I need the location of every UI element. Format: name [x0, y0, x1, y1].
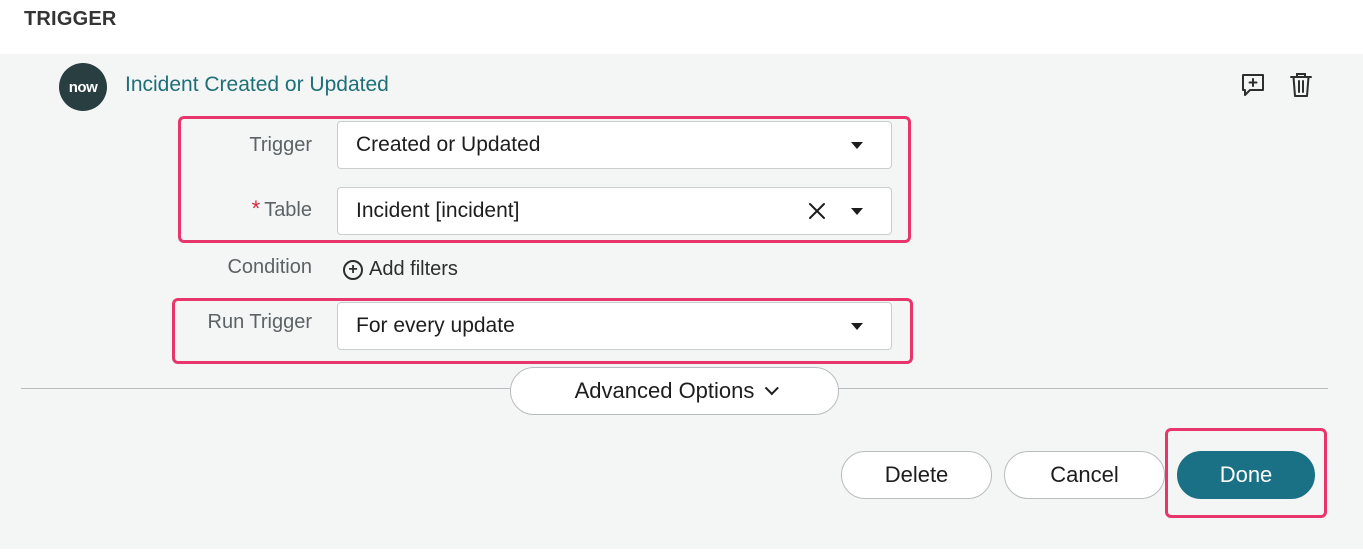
chevron-down-icon	[765, 381, 780, 396]
add-filters-label: Add filters	[369, 258, 458, 280]
add-filters-button[interactable]: + Add filters	[343, 258, 458, 281]
required-marker: *	[251, 196, 261, 221]
advanced-options-label: Advanced Options	[574, 378, 755, 403]
trash-icon	[1290, 73, 1312, 97]
comment-add-icon	[1242, 74, 1264, 96]
servicenow-logo: now	[59, 63, 107, 111]
clear-table-button[interactable]	[805, 199, 829, 223]
run-trigger-select[interactable]: For every update	[337, 302, 892, 350]
trigger-label: Trigger	[249, 134, 312, 156]
table-select-value: Incident [incident]	[356, 199, 520, 222]
caret-down-icon	[851, 323, 863, 330]
table-label: Table	[264, 199, 312, 221]
trigger-select-value: Created or Updated	[356, 133, 541, 156]
run-trigger-select-value: For every update	[356, 314, 515, 337]
section-title: TRIGGER	[24, 8, 117, 30]
logo-text: now	[68, 78, 98, 96]
cancel-button[interactable]: Cancel	[1004, 451, 1165, 499]
caret-down-icon	[851, 142, 863, 149]
caret-down-icon	[851, 208, 863, 215]
clear-icon	[809, 203, 825, 219]
table-label-group: * Table	[200, 196, 312, 222]
trigger-select[interactable]: Created or Updated	[337, 121, 892, 169]
trigger-title[interactable]: Incident Created or Updated	[125, 73, 389, 97]
advanced-options-button[interactable]: Advanced Options	[510, 367, 839, 415]
condition-label: Condition	[227, 256, 312, 278]
delete-trigger-button[interactable]	[1288, 72, 1314, 98]
add-comment-button[interactable]	[1240, 72, 1266, 98]
done-button[interactable]: Done	[1177, 451, 1315, 499]
run-trigger-label: Run Trigger	[207, 311, 313, 333]
table-select[interactable]: Incident [incident]	[337, 187, 892, 235]
add-circle-icon: +	[343, 259, 363, 280]
delete-button[interactable]: Delete	[841, 451, 992, 499]
